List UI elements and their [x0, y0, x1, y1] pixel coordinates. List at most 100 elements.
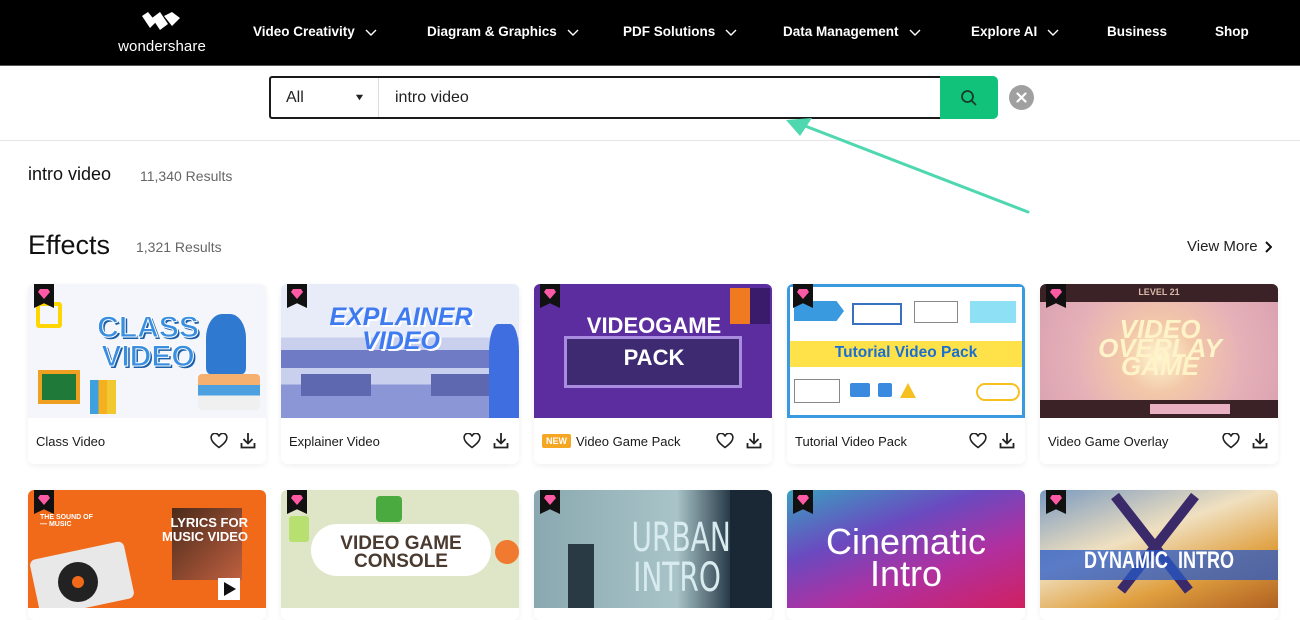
- nav-pdf-solutions[interactable]: PDF Solutions: [623, 24, 737, 39]
- thumb-title: Cinematic Intro: [825, 521, 987, 595]
- thumb-title: URBAN INTRO: [631, 515, 731, 601]
- thumb-title: CLASS VIDEO: [97, 311, 200, 373]
- effect-card[interactable]: DYNAMIC INTRO: [1040, 490, 1278, 620]
- heart-icon[interactable]: [716, 433, 734, 449]
- thumb-title: LYRICS FOR MUSIC VIDEO: [162, 515, 248, 545]
- diamond-icon: [291, 289, 303, 299]
- wondershare-logo-icon: [142, 12, 180, 30]
- card-thumbnail[interactable]: LEVEL 21 VIDEO OVERLAY GAME: [1040, 284, 1278, 418]
- diamond-icon: [1050, 495, 1062, 505]
- card-footer: Tutorial Video Pack: [787, 418, 1025, 464]
- diamond-icon: [797, 495, 809, 505]
- download-icon[interactable]: [240, 432, 256, 449]
- nav-label: Explore AI: [971, 24, 1038, 39]
- diamond-icon: [544, 289, 556, 299]
- chevron-down-icon: [1047, 29, 1059, 36]
- thumb-title: VIDEO GAME CONSOLE: [340, 533, 462, 573]
- category-select[interactable]: All: [271, 78, 379, 117]
- thumb-title: Tutorial Video Pack: [834, 344, 978, 361]
- effect-card[interactable]: CLASS VIDEO Class Video: [28, 284, 266, 464]
- nav-label: Diagram & Graphics: [427, 24, 557, 39]
- card-thumbnail[interactable]: Tutorial Video Pack: [787, 284, 1025, 418]
- card-thumbnail[interactable]: VIDEO GAME CONSOLE: [281, 490, 519, 608]
- card-thumbnail[interactable]: EXPLAINER VIDEO: [281, 284, 519, 418]
- nav-label: Data Management: [783, 24, 899, 39]
- new-badge: NEW: [542, 434, 571, 448]
- diamond-icon: [38, 495, 50, 505]
- download-icon[interactable]: [999, 432, 1015, 449]
- nav-business[interactable]: Business: [1107, 24, 1167, 39]
- card-title: Video Game Pack: [576, 433, 681, 449]
- close-icon: [1016, 92, 1027, 103]
- chevron-down-icon: [365, 29, 377, 36]
- caret-down-icon: [355, 94, 364, 101]
- nav-diagram-graphics[interactable]: Diagram & Graphics: [427, 24, 579, 39]
- effect-card[interactable]: Tutorial Video Pack Tutorial Video Pack: [787, 284, 1025, 464]
- nav-label: PDF Solutions: [623, 24, 716, 39]
- effect-card[interactable]: URBAN INTRO: [534, 490, 772, 620]
- effect-card[interactable]: THE SOUND OF — MUSIC LYRICS FOR MUSIC VI…: [28, 490, 266, 620]
- nav-explore-ai[interactable]: Explore AI: [971, 24, 1059, 39]
- search-input[interactable]: [381, 78, 941, 117]
- card-footer: Class Video: [28, 418, 266, 464]
- nav-label: Shop: [1215, 24, 1249, 39]
- search-button[interactable]: [940, 76, 998, 119]
- nav-data-management[interactable]: Data Management: [783, 24, 921, 39]
- card-footer: Video Game Overlay: [1040, 418, 1278, 464]
- thumb-title: EXPLAINER VIDEO: [329, 303, 473, 355]
- effect-card[interactable]: VIDEOGAME PACK NEW Video Game Pack: [534, 284, 772, 464]
- top-nav: wondershare Video Creativity Diagram & G…: [0, 0, 1300, 66]
- effect-card[interactable]: VIDEO GAME CONSOLE: [281, 490, 519, 620]
- diamond-icon: [291, 495, 303, 505]
- wondershare-logo[interactable]: wondershare: [112, 12, 212, 56]
- card-thumbnail[interactable]: DYNAMIC INTRO: [1040, 490, 1278, 608]
- nav-label: Business: [1107, 24, 1168, 39]
- download-icon[interactable]: [1252, 432, 1268, 449]
- effect-card[interactable]: EXPLAINER VIDEO Explainer Video: [281, 284, 519, 464]
- view-more-label: View More: [1187, 238, 1258, 255]
- nav-shop[interactable]: Shop: [1215, 24, 1249, 39]
- logo-text: wondershare: [118, 38, 206, 55]
- search-box: All: [269, 76, 944, 119]
- thumb-subtitle: THE SOUND OF — MUSIC: [40, 514, 93, 528]
- card-title: Video Game Overlay: [1048, 433, 1169, 449]
- search-bar-row: All: [0, 66, 1300, 141]
- card-thumbnail[interactable]: Cinematic Intro: [787, 490, 1025, 608]
- search-icon: [961, 89, 977, 105]
- category-value: All: [286, 88, 304, 106]
- heart-icon[interactable]: [1222, 433, 1240, 449]
- download-icon[interactable]: [746, 432, 762, 449]
- card-thumbnail[interactable]: CLASS VIDEO: [28, 284, 266, 418]
- download-icon[interactable]: [493, 432, 509, 449]
- chevron-right-icon: [1264, 240, 1272, 253]
- diamond-icon: [1050, 289, 1062, 299]
- section-results-count: 1,321 Results: [136, 239, 222, 255]
- chevron-down-icon: [567, 29, 579, 36]
- card-footer: Explainer Video: [281, 418, 519, 464]
- diamond-icon: [38, 289, 50, 299]
- results-total-count: 11,340 Results: [140, 168, 233, 184]
- thumb-title: DYNAMIC INTRO: [1084, 547, 1234, 574]
- view-more-link[interactable]: View More: [1187, 238, 1272, 255]
- card-title: Class Video: [36, 433, 106, 449]
- heart-icon[interactable]: [463, 433, 481, 449]
- chevron-down-icon: [725, 29, 737, 36]
- card-thumbnail[interactable]: VIDEOGAME PACK: [534, 284, 772, 418]
- diamond-icon: [544, 495, 556, 505]
- clear-search-button[interactable]: [1009, 85, 1034, 110]
- thumb-title: VIDEOGAME PACK: [586, 313, 722, 370]
- section-title-effects: Effects: [28, 230, 111, 260]
- card-footer: NEW Video Game Pack: [534, 418, 772, 464]
- card-title: Explainer Video: [289, 433, 380, 449]
- effect-card[interactable]: LEVEL 21 VIDEO OVERLAY GAME Video Game O…: [1040, 284, 1278, 464]
- nav-video-creativity[interactable]: Video Creativity: [253, 24, 377, 39]
- chevron-down-icon: [909, 29, 921, 36]
- card-thumbnail[interactable]: URBAN INTRO: [534, 490, 772, 608]
- thumb-title: VIDEO OVERLAY GAME: [1098, 314, 1222, 382]
- heart-icon[interactable]: [210, 433, 228, 449]
- card-thumbnail[interactable]: THE SOUND OF — MUSIC LYRICS FOR MUSIC VI…: [28, 490, 266, 608]
- heart-icon[interactable]: [969, 433, 987, 449]
- effect-card[interactable]: Cinematic Intro: [787, 490, 1025, 620]
- diamond-icon: [797, 289, 809, 299]
- level-label: LEVEL 21: [1138, 287, 1180, 297]
